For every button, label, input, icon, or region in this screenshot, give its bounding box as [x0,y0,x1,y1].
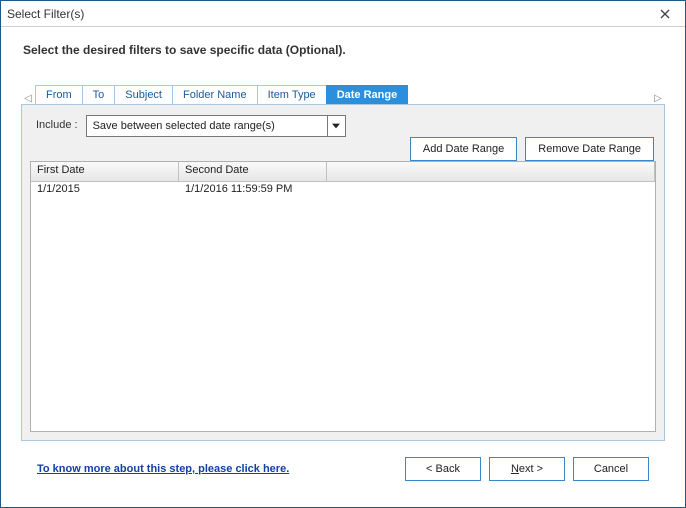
instruction-text: Select the desired filters to save speci… [23,43,669,57]
dialog-window: Select Filter(s) Select the desired filt… [0,0,686,508]
cell-second-date: 1/1/2016 11:59:59 PM [179,182,327,200]
close-icon[interactable] [651,1,679,26]
tab-subject[interactable]: Subject [114,85,173,104]
tab-date-range[interactable]: Date Range [326,85,409,104]
include-label: Include : [30,115,78,131]
grid-header-spacer [327,162,655,182]
window-title: Select Filter(s) [7,7,651,21]
dialog-footer: To know more about this step, please cli… [17,441,669,497]
help-link[interactable]: To know more about this step, please cli… [37,463,289,475]
add-date-range-button[interactable]: Add Date Range [410,137,517,161]
tab-scroll-left-icon[interactable]: ◁ [21,93,35,104]
tab-folder-name[interactable]: Folder Name [172,85,258,104]
cancel-button[interactable]: Cancel [573,457,649,481]
back-button[interactable]: < Back [405,457,481,481]
tab-to[interactable]: To [82,85,116,104]
cell-spacer [327,182,655,200]
table-row[interactable]: 1/1/2015 1/1/2016 11:59:59 PM [31,182,655,200]
tab-from[interactable]: From [35,85,83,104]
grid-header-second-date[interactable]: Second Date [179,162,327,182]
filter-panel: Include : Save between selected date ran… [21,105,665,441]
cell-first-date: 1/1/2015 [31,182,179,200]
grid-header-first-date[interactable]: First Date [31,162,179,182]
chevron-down-icon [327,116,345,136]
next-button[interactable]: Next > [489,457,565,481]
date-range-grid: First Date Second Date 1/1/2015 1/1/2016… [30,161,656,432]
tab-strip: ◁ From To Subject Folder Name Item Type … [21,85,665,105]
include-select[interactable]: Save between selected date range(s) [86,115,346,137]
titlebar: Select Filter(s) [1,1,685,27]
tab-item-type[interactable]: Item Type [257,85,327,104]
grid-header-row: First Date Second Date [31,162,655,182]
remove-date-range-button[interactable]: Remove Date Range [525,137,654,161]
grid-body[interactable]: 1/1/2015 1/1/2016 11:59:59 PM [31,182,655,431]
include-select-value: Save between selected date range(s) [86,115,346,137]
tab-scroll-right-icon[interactable]: ▷ [651,93,665,104]
